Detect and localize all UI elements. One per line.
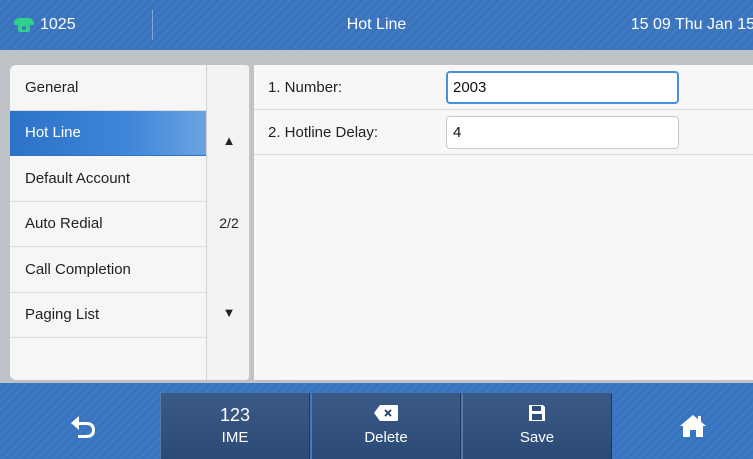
menu-item-label: Auto Redial bbox=[25, 215, 103, 233]
menu-item-label: Hot Line bbox=[25, 124, 81, 142]
number-label: 1. Number: bbox=[268, 79, 343, 96]
menu-item-hot-line[interactable]: Hot Line bbox=[10, 110, 206, 156]
setting-row-number: 1. Number: 2003 bbox=[254, 65, 753, 110]
page-indicator: 2/2 bbox=[219, 215, 239, 231]
menu-item-general[interactable]: General bbox=[10, 65, 206, 111]
hotline-delay-label: 2. Hotline Delay: bbox=[268, 124, 379, 141]
clock: 15 09 Thu Jan 15 bbox=[630, 16, 753, 33]
menu-item-label: Paging List bbox=[25, 306, 100, 324]
softkey-bar: 123 IME Delete Save bbox=[0, 383, 753, 459]
ime-button[interactable]: 123 IME bbox=[160, 393, 310, 459]
save-label: Save bbox=[519, 429, 555, 446]
content-area: General Hot Line Default Account Auto Re… bbox=[0, 50, 753, 383]
settings-menu: General Hot Line Default Account Auto Re… bbox=[10, 65, 206, 380]
menu-item-label: Default Account bbox=[25, 169, 131, 187]
home-icon bbox=[680, 415, 706, 437]
backspace-icon bbox=[374, 405, 398, 421]
menu-item-default-account[interactable]: Default Account bbox=[10, 156, 206, 202]
delete-button[interactable]: Delete bbox=[311, 393, 461, 459]
save-button[interactable]: Save bbox=[462, 393, 612, 459]
floppy-disk-icon bbox=[529, 405, 545, 421]
menu-item-label: General bbox=[25, 78, 79, 96]
menu-pager: ▲ 2/2 ▼ bbox=[206, 65, 250, 380]
home-button[interactable] bbox=[618, 393, 753, 459]
setting-row-hotline-delay: 2. Hotline Delay: 4 bbox=[254, 110, 753, 155]
menu-item-call-completion[interactable]: Call Completion bbox=[10, 247, 206, 293]
hotline-delay-field[interactable]: 4 bbox=[446, 116, 679, 149]
scroll-up-icon[interactable]: ▲ bbox=[207, 133, 251, 148]
menu-item-label: Call Completion bbox=[25, 260, 131, 278]
scroll-down-icon[interactable]: ▼ bbox=[207, 305, 251, 320]
ime-label: IME bbox=[221, 429, 249, 446]
number-field[interactable]: 2003 bbox=[446, 71, 679, 104]
delete-label: Delete bbox=[364, 429, 408, 446]
menu-item-paging-list[interactable]: Paging List bbox=[10, 293, 206, 338]
menu-item-auto-redial[interactable]: Auto Redial bbox=[10, 202, 206, 247]
ime-mode: 123 bbox=[219, 405, 251, 425]
settings-panel: 1. Number: 2003 2. Hotline Delay: 4 bbox=[254, 65, 753, 380]
back-arrow-icon bbox=[71, 416, 95, 438]
back-button[interactable] bbox=[8, 393, 158, 459]
status-bar: 1025 Hot Line 15 09 Thu Jan 15 bbox=[0, 0, 753, 50]
